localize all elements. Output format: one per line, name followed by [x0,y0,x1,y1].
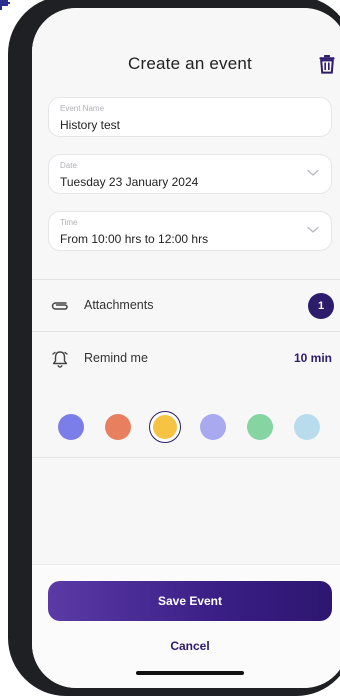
attachments-count-badge: 1 [308,293,334,319]
time-value: From 10:00 hrs to 12:00 hrs [60,232,209,246]
corner-mark [0,0,10,10]
home-indicator [136,671,244,675]
page-title: Create an event [128,54,252,73]
divider [32,457,340,458]
save-event-button[interactable]: Save Event [48,581,332,621]
date-field[interactable]: Date Tuesday 23 January 2024 [48,154,332,194]
cancel-button[interactable]: Cancel [32,639,340,653]
event-name-field[interactable]: Event Name History test [48,97,332,137]
color-swatch[interactable] [294,414,320,440]
remind-me-value: 10 min [293,351,332,365]
color-swatch[interactable] [247,414,273,440]
color-swatch-selected[interactable] [149,411,181,443]
remind-me-label: Remind me [84,351,148,365]
divider [32,331,340,332]
trash-icon[interactable] [318,54,336,74]
footer: Save Event Cancel [32,564,340,688]
paperclip-icon [51,302,68,310]
app-screen: Create an event Event Name History test … [32,8,340,688]
side-button [11,122,17,146]
event-name-label: Event Name [60,104,105,113]
bell-icon [52,351,68,368]
date-label: Date [60,161,77,170]
chevron-down-icon [307,226,319,233]
chevron-down-icon [307,169,319,176]
phone-frame: Create an event Event Name History test … [8,0,340,696]
color-swatch[interactable] [58,414,84,440]
date-value: Tuesday 23 January 2024 [60,175,199,189]
color-swatch-fill [153,415,177,439]
attachments-label: Attachments [84,298,154,312]
event-name-value: History test [60,118,121,132]
time-label: Time [60,218,78,227]
color-swatch[interactable] [200,414,226,440]
divider [32,279,340,280]
time-field[interactable]: Time From 10:00 hrs to 12:00 hrs [48,211,332,251]
side-button [11,172,17,218]
color-swatch[interactable] [105,414,131,440]
header: Create an event [32,8,340,98]
side-button [11,228,17,274]
